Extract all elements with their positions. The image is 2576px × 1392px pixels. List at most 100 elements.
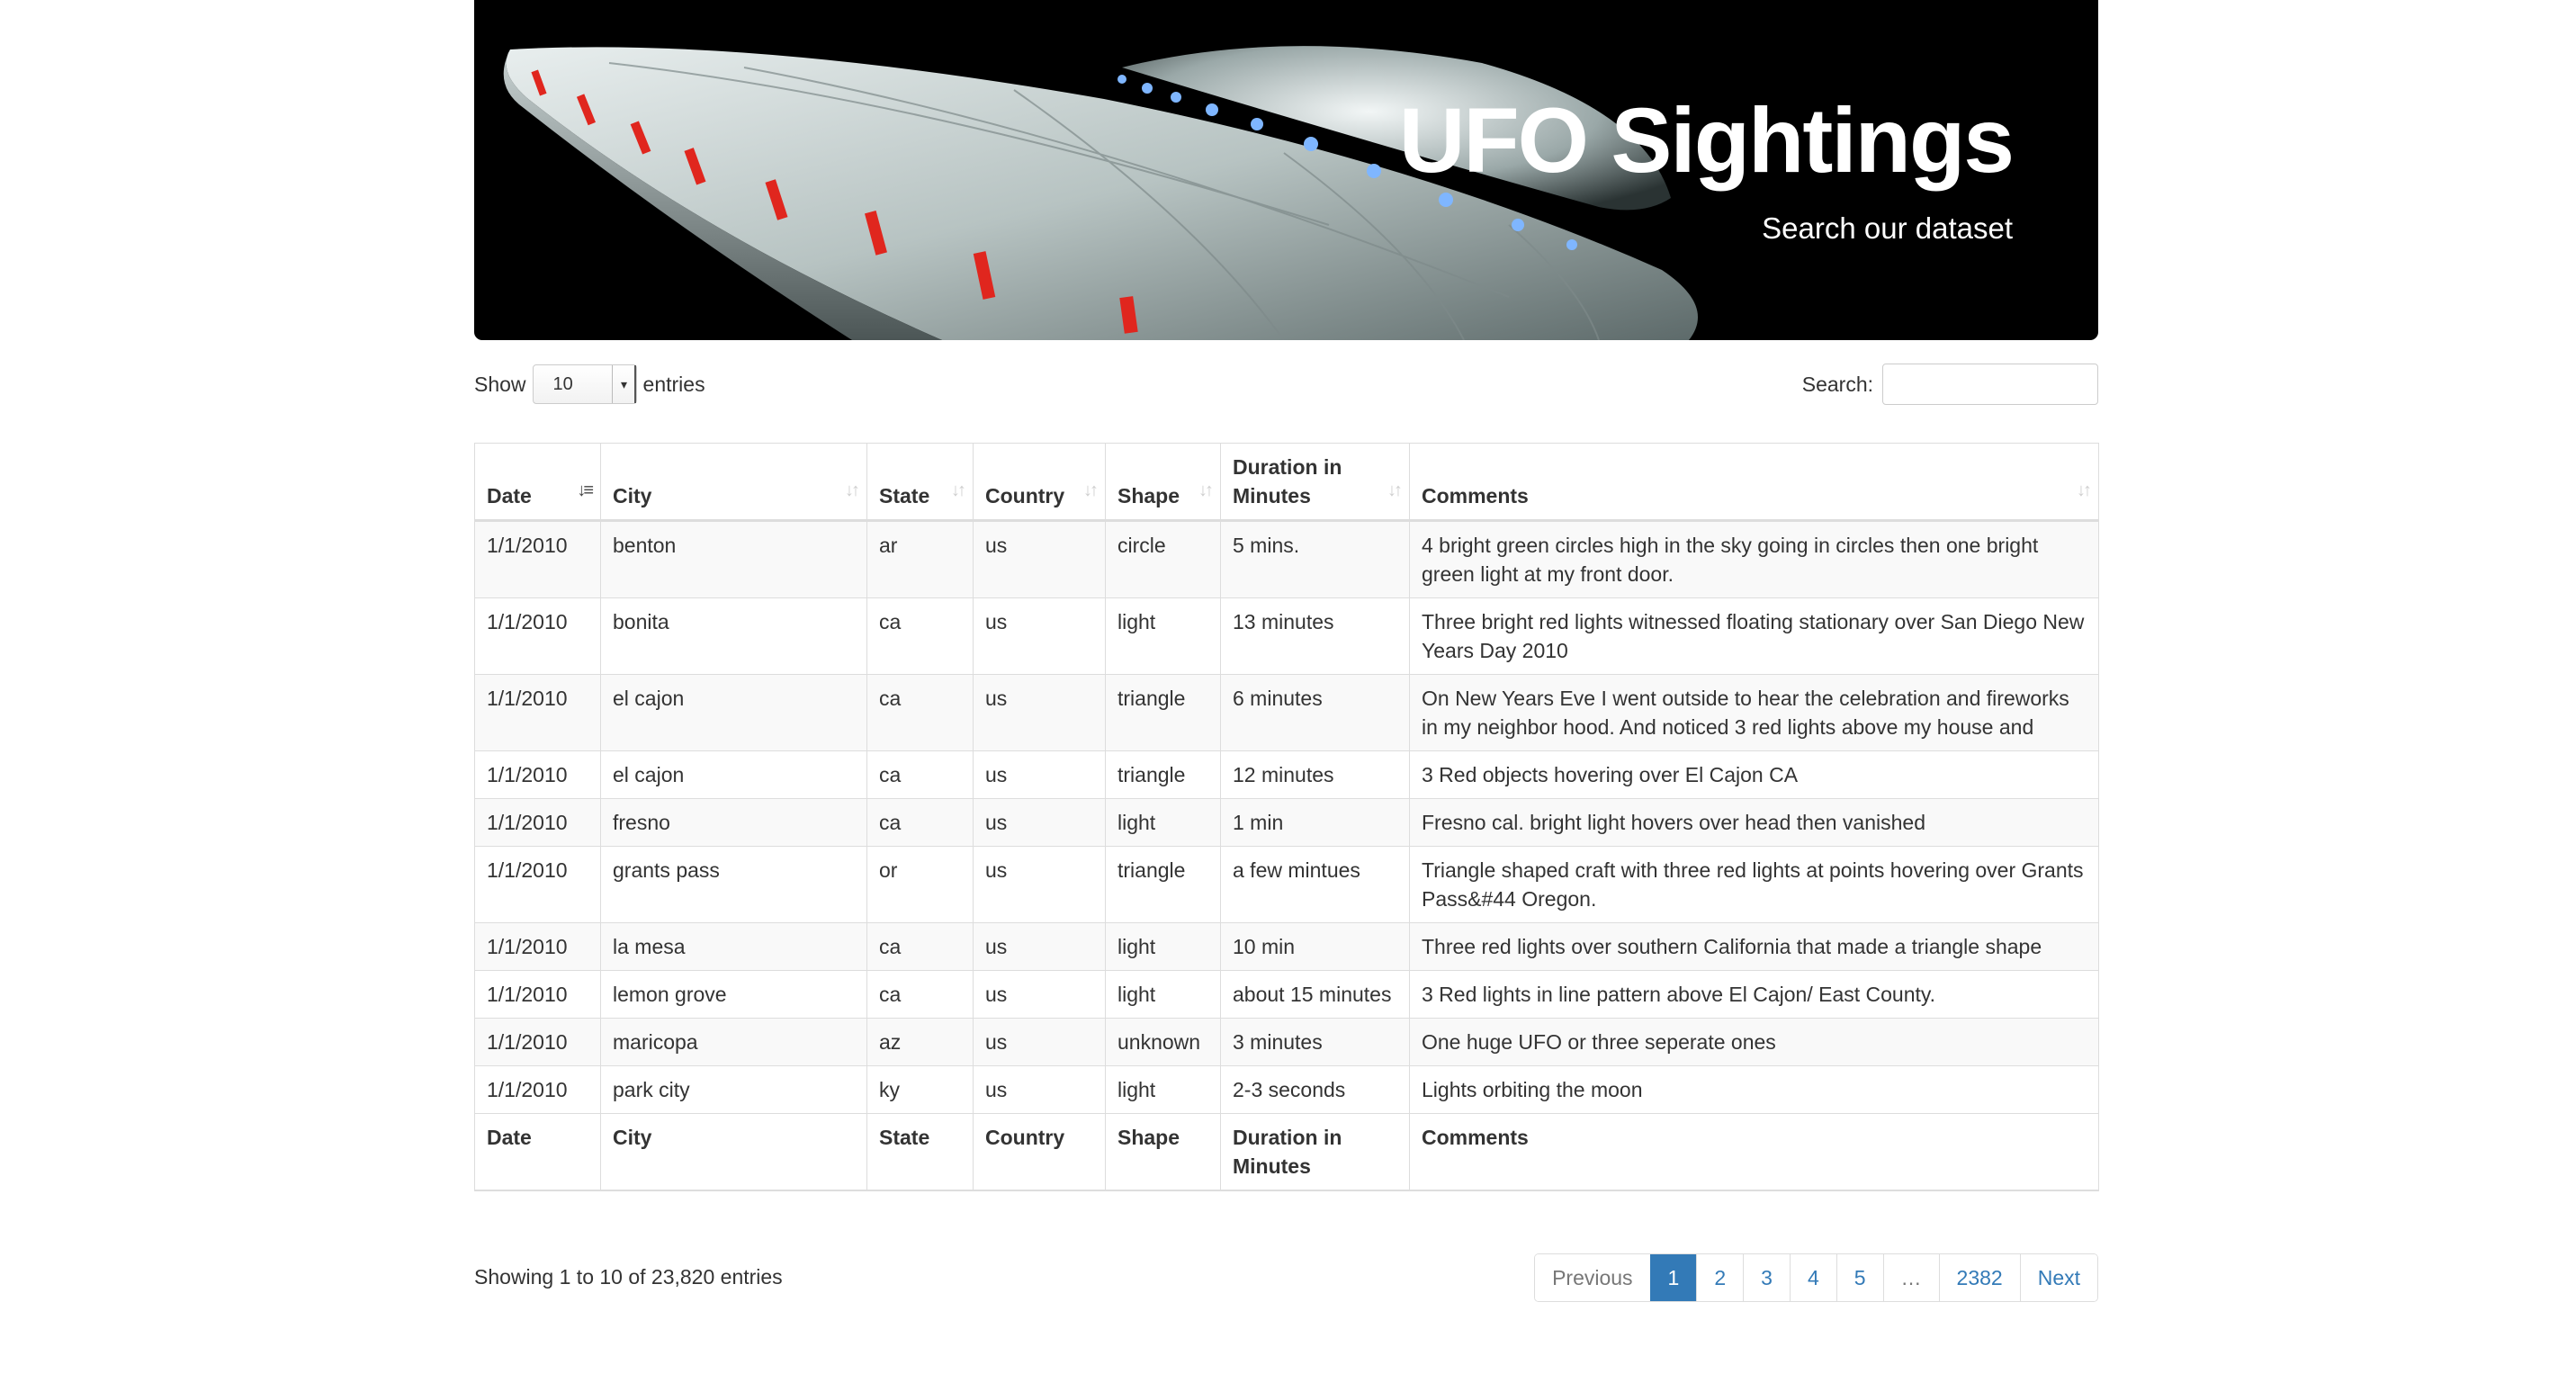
cell-country: us xyxy=(973,1065,1106,1114)
cell-shape: circle xyxy=(1105,520,1221,598)
cell-country: us xyxy=(973,520,1106,598)
page-button-last[interactable]: 2382 xyxy=(1938,1254,2020,1301)
page-button-1[interactable]: 1 xyxy=(1649,1254,1697,1301)
cell-state: ca xyxy=(866,798,974,847)
column-header-city[interactable]: City ↓↑ xyxy=(600,443,867,522)
sort-icon: ↓↑ xyxy=(1083,480,1099,500)
table-row: 1/1/2010 maricopa az us unknown 3 minute… xyxy=(474,1018,2099,1066)
page-button-4[interactable]: 4 xyxy=(1789,1254,1836,1301)
cell-duration: about 15 minutes xyxy=(1220,970,1410,1019)
sightings-table: Date ↓≡ City ↓↑ State ↓↑ Country ↓↑ Shape ↓↑ … xyxy=(474,443,2099,1191)
sort-icon: ↓↑ xyxy=(951,480,966,500)
cell-duration: 12 minutes xyxy=(1220,750,1410,799)
cell-state: ar xyxy=(866,520,974,598)
cell-date: 1/1/2010 xyxy=(474,1018,601,1066)
cell-comments: 4 bright green circles high in the sky g… xyxy=(1409,520,2099,598)
cell-comments: 3 Red lights in line pattern above El Ca… xyxy=(1409,970,2099,1019)
cell-date: 1/1/2010 xyxy=(474,846,601,923)
cell-city: el cajon xyxy=(600,750,867,799)
cell-comments: Triangle shaped craft with three red lig… xyxy=(1409,846,2099,923)
cell-country: us xyxy=(973,922,1106,971)
entries-label: entries xyxy=(642,372,705,396)
cell-duration: 3 minutes xyxy=(1220,1018,1410,1066)
footer-header-city: City xyxy=(600,1113,867,1191)
cell-date: 1/1/2010 xyxy=(474,674,601,751)
cell-country: us xyxy=(973,1018,1106,1066)
cell-duration: 2-3 seconds xyxy=(1220,1065,1410,1114)
footer-header-comments: Comments xyxy=(1409,1113,2099,1191)
cell-shape: triangle xyxy=(1105,750,1221,799)
footer-header-row: Date City State Country Shape Duration i… xyxy=(474,1113,2099,1191)
table-row: 1/1/2010 park city ky us light 2-3 secon… xyxy=(474,1065,2099,1114)
search-control: Search: xyxy=(1802,364,2098,405)
cell-comments: Three bright red lights witnessed floati… xyxy=(1409,597,2099,675)
column-header-state[interactable]: State ↓↑ xyxy=(866,443,974,522)
column-header-duration[interactable]: Duration in Minutes ↓↑ xyxy=(1220,443,1410,522)
cell-duration: 13 minutes xyxy=(1220,597,1410,675)
footer-header-duration: Duration in Minutes xyxy=(1220,1113,1410,1191)
cell-state: ca xyxy=(866,922,974,971)
cell-city: benton xyxy=(600,520,867,598)
table-row: 1/1/2010 el cajon ca us triangle 6 minut… xyxy=(474,674,2099,751)
sort-icon: ↓↑ xyxy=(1198,480,1214,500)
chevron-down-icon: ▾ xyxy=(611,365,636,403)
cell-city: grants pass xyxy=(600,846,867,923)
cell-state: az xyxy=(866,1018,974,1066)
page-title: UFO Sightings xyxy=(1398,89,2015,192)
cell-city: bonita xyxy=(600,597,867,675)
cell-city: fresno xyxy=(600,798,867,847)
footer-header-state: State xyxy=(866,1113,974,1191)
page-subtitle: Search our dataset xyxy=(1762,211,2013,245)
table-row: 1/1/2010 benton ar us circle 5 mins. 4 b… xyxy=(474,520,2099,598)
column-header-country[interactable]: Country ↓↑ xyxy=(973,443,1106,522)
cell-date: 1/1/2010 xyxy=(474,750,601,799)
next-page-button[interactable]: Next xyxy=(2019,1254,2097,1301)
cell-city: el cajon xyxy=(600,674,867,751)
footer-header-country: Country xyxy=(973,1113,1106,1191)
sort-icon: ↓↑ xyxy=(845,480,860,500)
table-info: Showing 1 to 10 of 23,820 entries xyxy=(474,1265,783,1289)
table-row: 1/1/2010 lemon grove ca us light about 1… xyxy=(474,970,2099,1019)
pagination-ellipsis: … xyxy=(1882,1254,1939,1301)
cell-date: 1/1/2010 xyxy=(474,970,601,1019)
footer-header-date: Date xyxy=(474,1113,601,1191)
cell-comments: Three red lights over southern Californi… xyxy=(1409,922,2099,971)
cell-state: ca xyxy=(866,750,974,799)
sort-icon: ↓↑ xyxy=(2077,480,2092,500)
page-length-select[interactable]: 10 ▾ xyxy=(532,364,637,404)
page-button-5[interactable]: 5 xyxy=(1836,1254,1883,1301)
cell-comments: 3 Red objects hovering over El Cajon CA xyxy=(1409,750,2099,799)
column-header-shape[interactable]: Shape ↓↑ xyxy=(1105,443,1221,522)
sort-ascending-icon: ↓≡ xyxy=(577,480,594,500)
cell-city: la mesa xyxy=(600,922,867,971)
cell-shape: unknown xyxy=(1105,1018,1221,1066)
page-length-value: 10 xyxy=(552,374,573,394)
page-button-2[interactable]: 2 xyxy=(1696,1254,1744,1301)
cell-date: 1/1/2010 xyxy=(474,922,601,971)
cell-duration: a few mintues xyxy=(1220,846,1410,923)
cell-comments: Fresno cal. bright light hovers over hea… xyxy=(1409,798,2099,847)
cell-country: us xyxy=(973,674,1106,751)
cell-country: us xyxy=(973,597,1106,675)
cell-duration: 1 min xyxy=(1220,798,1410,847)
cell-duration: 10 min xyxy=(1220,922,1410,971)
cell-shape: light xyxy=(1105,1065,1221,1114)
cell-country: us xyxy=(973,750,1106,799)
cell-city: lemon grove xyxy=(600,970,867,1019)
column-header-comments[interactable]: Comments ↓↑ xyxy=(1409,443,2099,522)
previous-page-button[interactable]: Previous xyxy=(1535,1254,1650,1301)
cell-shape: light xyxy=(1105,922,1221,971)
table-row: 1/1/2010 el cajon ca us triangle 12 minu… xyxy=(474,750,2099,799)
cell-shape: light xyxy=(1105,798,1221,847)
pagination: Previous 1 2 3 4 5 … 2382 Next xyxy=(1534,1253,2098,1302)
page-button-3[interactable]: 3 xyxy=(1743,1254,1790,1301)
cell-date: 1/1/2010 xyxy=(474,520,601,598)
cell-state: ky xyxy=(866,1065,974,1114)
search-input[interactable] xyxy=(1882,364,2098,405)
cell-country: us xyxy=(973,798,1106,847)
sort-icon: ↓↑ xyxy=(1387,480,1403,500)
cell-state: or xyxy=(866,846,974,923)
page-length-control: Show 10 ▾ entries xyxy=(474,364,705,404)
cell-city: park city xyxy=(600,1065,867,1114)
column-header-date[interactable]: Date ↓≡ xyxy=(474,443,601,522)
